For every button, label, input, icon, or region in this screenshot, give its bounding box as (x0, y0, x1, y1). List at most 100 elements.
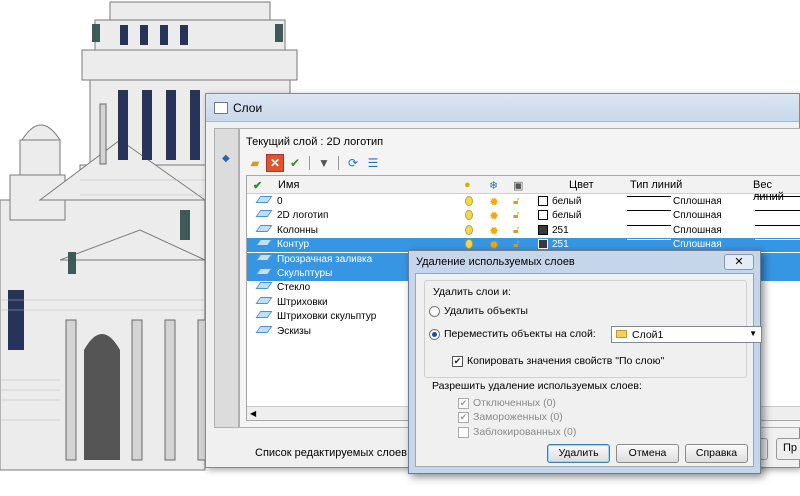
refresh-icon[interactable]: ⟳ (344, 154, 362, 172)
status-text: Список редактируемых слоев (255, 447, 407, 459)
lock-column-icon[interactable]: ▣ (513, 179, 523, 192)
layer-name[interactable]: Штриховки скульптур (277, 311, 376, 322)
lineweight-sample (755, 224, 800, 226)
layer-name[interactable]: Прозрачная заливка (277, 254, 372, 265)
layer-on-bulb-icon[interactable] (465, 224, 473, 235)
copy-properties-label[interactable]: Копировать значения свойств "По слою" (467, 355, 664, 367)
layer-name[interactable]: 2D логотип (277, 210, 328, 221)
linetype-sample (627, 210, 671, 212)
layer-linetype[interactable]: Сплошная (673, 196, 722, 207)
layers-toolbar: ▰ ✕ ✔ ▼ ⟳ ☰ (246, 153, 382, 173)
locked-layers-checkbox[interactable] (458, 427, 469, 438)
layer-status-icon[interactable] (255, 325, 273, 333)
layer-color-swatch[interactable] (538, 196, 548, 206)
layer-status-icon[interactable] (255, 268, 273, 275)
layer-status-icon[interactable] (255, 282, 273, 290)
new-layer-icon[interactable]: ▰ (246, 154, 264, 172)
filter-icon[interactable]: ▼ (315, 154, 333, 172)
lineweight-sample (755, 210, 800, 212)
layer-name[interactable]: Колонны (277, 225, 318, 236)
allow-delete-group: Разрешить удаление используемых слоев: ✔… (424, 380, 747, 438)
set-current-icon[interactable]: ✔ (286, 154, 304, 172)
name-column-header[interactable]: Имя (278, 179, 299, 191)
collapse-filter-panel[interactable]: ◆ (214, 128, 239, 428)
settings-icon[interactable]: ☰ (364, 154, 382, 172)
layer-on-bulb-icon[interactable] (465, 210, 473, 221)
delete-objects-label[interactable]: Удалить объекты (444, 305, 528, 317)
target-layer-select[interactable]: Слой1 ▼ (611, 326, 762, 343)
copy-properties-checkbox[interactable]: ✔ (452, 356, 463, 367)
delete-group-label: Удалить слои и: (433, 286, 511, 298)
linetype-sample (627, 224, 671, 226)
cancel-button[interactable]: Отмена (616, 444, 679, 463)
linetype-sample (627, 239, 671, 241)
layer-unlock-icon[interactable]: 🔓︎ (513, 225, 519, 237)
frozen-layers-checkbox[interactable]: ✔ (458, 412, 469, 423)
current-layer-label: Текущий слой : 2D логотип (246, 136, 384, 148)
move-objects-label[interactable]: Переместить объекты на слой: (444, 328, 596, 340)
layers-table-header: ✔ Имя ● ❄ ▣ Цвет Тип линий Вес линий (247, 176, 800, 203)
layer-unlock-icon[interactable]: 🔓︎ (513, 196, 519, 208)
layer-name[interactable]: Штриховки (277, 297, 328, 308)
scroll-left-arrow-icon[interactable]: ◀ (250, 409, 256, 418)
layer-on-bulb-icon[interactable] (465, 239, 473, 250)
help-button[interactable]: Справка (685, 444, 748, 463)
layer-status-icon[interactable] (255, 311, 273, 319)
layer-thaw-sun-icon[interactable]: ✹ (489, 210, 499, 223)
layer-status-icon[interactable] (255, 253, 273, 261)
layer-row[interactable]: 0 ✹ 🔓︎ белый Сплошная (247, 195, 800, 209)
allow-group-label: Разрешить удаление используемых слоев: (432, 380, 642, 392)
layer-color-name[interactable]: 251 (552, 225, 569, 236)
lineweight-sample (755, 239, 800, 241)
layer-icon (616, 330, 627, 338)
layer-status-icon[interactable] (255, 210, 273, 218)
frozen-layers-label: Замороженных (0) (473, 411, 563, 423)
dialog-close-button[interactable]: ✕ (724, 254, 754, 270)
layer-color-name[interactable]: белый (552, 196, 581, 207)
layer-color-swatch[interactable] (538, 239, 548, 250)
layers-window-icon (214, 102, 228, 114)
toolbar-separator (309, 156, 310, 170)
layer-row[interactable]: Колонны ✹ 🔓︎ 251 Сплошная (247, 224, 800, 238)
layer-thaw-sun-icon[interactable]: ✹ (489, 224, 499, 238)
layer-color-name[interactable]: белый (552, 210, 581, 221)
layer-linetype[interactable]: Сплошная (673, 225, 722, 236)
layer-name[interactable]: Стекло (277, 282, 310, 293)
layer-linetype[interactable]: Сплошная (673, 210, 722, 221)
window-button-apply[interactable]: Пр (776, 438, 800, 460)
off-layers-checkbox[interactable]: ✔ (458, 398, 469, 409)
linetype-column-header[interactable]: Тип линий (630, 179, 682, 191)
layer-name[interactable]: Скульптуры (277, 268, 332, 279)
color-column-header[interactable]: Цвет (569, 179, 594, 191)
layer-unlock-icon[interactable]: 🔓︎ (513, 210, 519, 222)
delete-used-layers-dialog: Удаление используемых слоев ✕ Удалить сл… (408, 250, 762, 474)
expand-arrow-icon[interactable]: ◆ (222, 153, 230, 164)
layer-status-icon[interactable] (255, 296, 273, 304)
layer-color-swatch[interactable] (538, 224, 548, 235)
freeze-column-snowflake-icon[interactable]: ❄ (489, 179, 498, 192)
layers-window-title: Слои (233, 101, 263, 115)
lineweight-sample (755, 196, 800, 197)
layer-status-icon[interactable] (255, 196, 273, 203)
layer-thaw-sun-icon[interactable]: ✹ (489, 196, 499, 209)
layer-color-swatch[interactable] (538, 210, 548, 221)
delete-options-group: Удалить слои и: Удалить объекты Перемест… (424, 280, 762, 378)
layer-name[interactable]: Контур (277, 239, 309, 250)
delete-objects-radio[interactable] (429, 306, 440, 317)
delete-button[interactable]: Удалить (547, 444, 610, 463)
layers-window-titlebar[interactable]: Слои (206, 94, 799, 122)
layer-status-icon[interactable] (255, 224, 273, 232)
layer-row[interactable]: 2D логотип ✹ 🔓︎ белый Сплошная (247, 209, 800, 223)
layer-status-icon[interactable] (255, 239, 273, 247)
target-layer-value: Слой1 (632, 329, 664, 341)
on-column-bulb-icon[interactable]: ● (464, 179, 471, 191)
layer-on-bulb-icon[interactable] (465, 196, 473, 206)
layer-name[interactable]: 0 (277, 196, 283, 207)
layer-name[interactable]: Эскизы (277, 326, 311, 337)
layer-color-name[interactable]: 251 (552, 239, 569, 250)
move-objects-radio[interactable] (429, 329, 440, 340)
status-column-check-icon[interactable]: ✔ (253, 179, 262, 192)
chevron-down-icon[interactable]: ▼ (749, 329, 757, 338)
delete-layer-icon[interactable]: ✕ (266, 154, 284, 172)
layer-linetype[interactable]: Сплошная (673, 239, 722, 250)
